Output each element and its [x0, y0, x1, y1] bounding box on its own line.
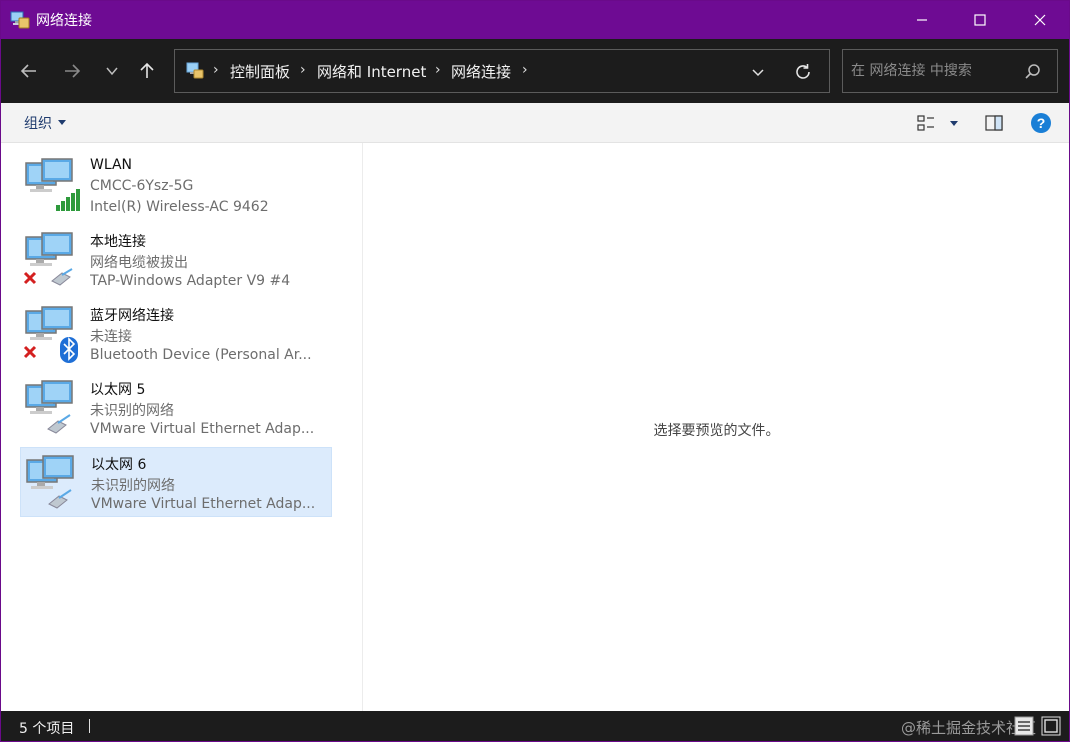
control-panel-icon	[186, 62, 204, 79]
arrow-right-icon	[65, 64, 81, 78]
title-bar: 网络连接	[1, 1, 1069, 39]
ethernet-icon	[25, 380, 73, 434]
ethernet-disconnected-icon	[23, 232, 73, 286]
forward-button[interactable]	[56, 55, 88, 87]
list-item[interactable]: WLAN CMCC-6Ysz-5G Intel(R) Wireless-AC 9…	[20, 151, 332, 221]
connection-name: WLAN	[90, 157, 133, 173]
view-options-caret-icon[interactable]	[943, 112, 965, 134]
back-button[interactable]	[13, 55, 45, 87]
connection-device: VMware Virtual Ethernet Adap...	[90, 421, 315, 437]
navigation-bar: › 控制面板 › 网络和 Internet › 网络连接 ›	[1, 39, 1069, 103]
up-button[interactable]	[131, 55, 163, 87]
bluetooth-disconnected-icon	[23, 306, 78, 363]
command-bar: 组织 ?	[1, 103, 1069, 143]
svg-text:?: ?	[1037, 115, 1046, 131]
breadcrumb-network-connections[interactable]: 网络连接	[451, 61, 511, 82]
connection-device: VMware Virtual Ethernet Adap...	[91, 496, 316, 512]
connection-status: 未识别的网络	[91, 478, 175, 494]
explorer-window: 网络连接 › 控制面板 › 网络和 Internet › 网络连接 › 在 网络…	[0, 0, 1070, 742]
arrow-left-icon	[20, 64, 36, 78]
search-box[interactable]	[842, 49, 1058, 93]
breadcrumb-separator-icon: ›	[300, 62, 306, 78]
organize-menu-button[interactable]: 组织	[24, 113, 66, 133]
connection-name: 本地连接	[90, 234, 146, 250]
organize-label: 组织	[24, 116, 52, 132]
address-dropdown-icon[interactable]	[748, 62, 768, 82]
refresh-icon[interactable]	[792, 61, 814, 83]
address-bar[interactable]: › 控制面板 › 网络和 Internet › 网络连接 ›	[174, 49, 830, 93]
network-folder-icon	[10, 11, 30, 29]
list-item-selected[interactable]: 以太网 6 未识别的网络 VMware Virtual Ethernet Ada…	[20, 447, 332, 517]
help-icon[interactable]: ?	[1030, 112, 1052, 134]
breadcrumb-network-internet[interactable]: 网络和 Internet	[317, 61, 426, 82]
item-count: 5 个项目	[19, 721, 75, 737]
ethernet-icon	[26, 455, 74, 509]
connection-name: 蓝牙网络连接	[90, 308, 174, 324]
minimize-button[interactable]	[899, 1, 945, 39]
close-button[interactable]	[1017, 1, 1063, 39]
arrow-up-icon	[140, 62, 154, 78]
connection-name: 以太网 6	[91, 457, 147, 473]
list-item[interactable]: 本地连接 网络电缆被拔出 TAP-Windows Adapter V9 #4	[20, 225, 332, 295]
breadcrumb-control-panel[interactable]: 控制面板	[230, 61, 290, 82]
connection-status: 未连接	[90, 329, 132, 345]
details-view-icon[interactable]	[1014, 716, 1034, 736]
preview-pane: 选择要预览的文件。	[364, 143, 1069, 711]
connection-device: Bluetooth Device (Personal Ar...	[90, 347, 312, 363]
connection-device: TAP-Windows Adapter V9 #4	[90, 273, 291, 289]
maximize-button[interactable]	[957, 1, 1003, 39]
chevron-down-icon	[106, 67, 118, 76]
connection-status: 未识别的网络	[90, 403, 174, 419]
large-icons-view-icon[interactable]	[1041, 716, 1061, 736]
breadcrumb-separator-icon: ›	[522, 62, 528, 78]
connection-status: 网络电缆被拔出	[90, 255, 188, 271]
connection-name: 以太网 5	[90, 382, 146, 398]
search-icon[interactable]	[1023, 62, 1043, 82]
wireless-signal-icon	[25, 158, 80, 211]
list-item[interactable]: 以太网 5 未识别的网络 VMware Virtual Ethernet Ada…	[20, 373, 332, 443]
breadcrumb-separator-icon: ›	[435, 62, 441, 78]
window-title: 网络连接	[36, 13, 92, 29]
caret-down-icon	[58, 120, 66, 125]
preview-message: 选择要预览的文件。	[653, 423, 780, 439]
connection-device: Intel(R) Wireless-AC 9462	[90, 199, 269, 215]
search-input[interactable]	[851, 60, 1021, 82]
change-view-icon[interactable]	[915, 112, 937, 134]
connection-status: CMCC-6Ysz-5G	[90, 178, 194, 194]
list-item[interactable]: 蓝牙网络连接 未连接 Bluetooth Device (Personal Ar…	[20, 299, 332, 369]
preview-pane-icon[interactable]	[983, 112, 1005, 134]
connection-list: WLAN CMCC-6Ysz-5G Intel(R) Wireless-AC 9…	[1, 143, 363, 711]
breadcrumb-separator-icon: ›	[213, 62, 219, 78]
recent-locations-button[interactable]	[96, 55, 128, 87]
status-bar: 5 个项目 @稀土掘金技术社区	[1, 711, 1069, 741]
status-divider	[89, 719, 90, 733]
